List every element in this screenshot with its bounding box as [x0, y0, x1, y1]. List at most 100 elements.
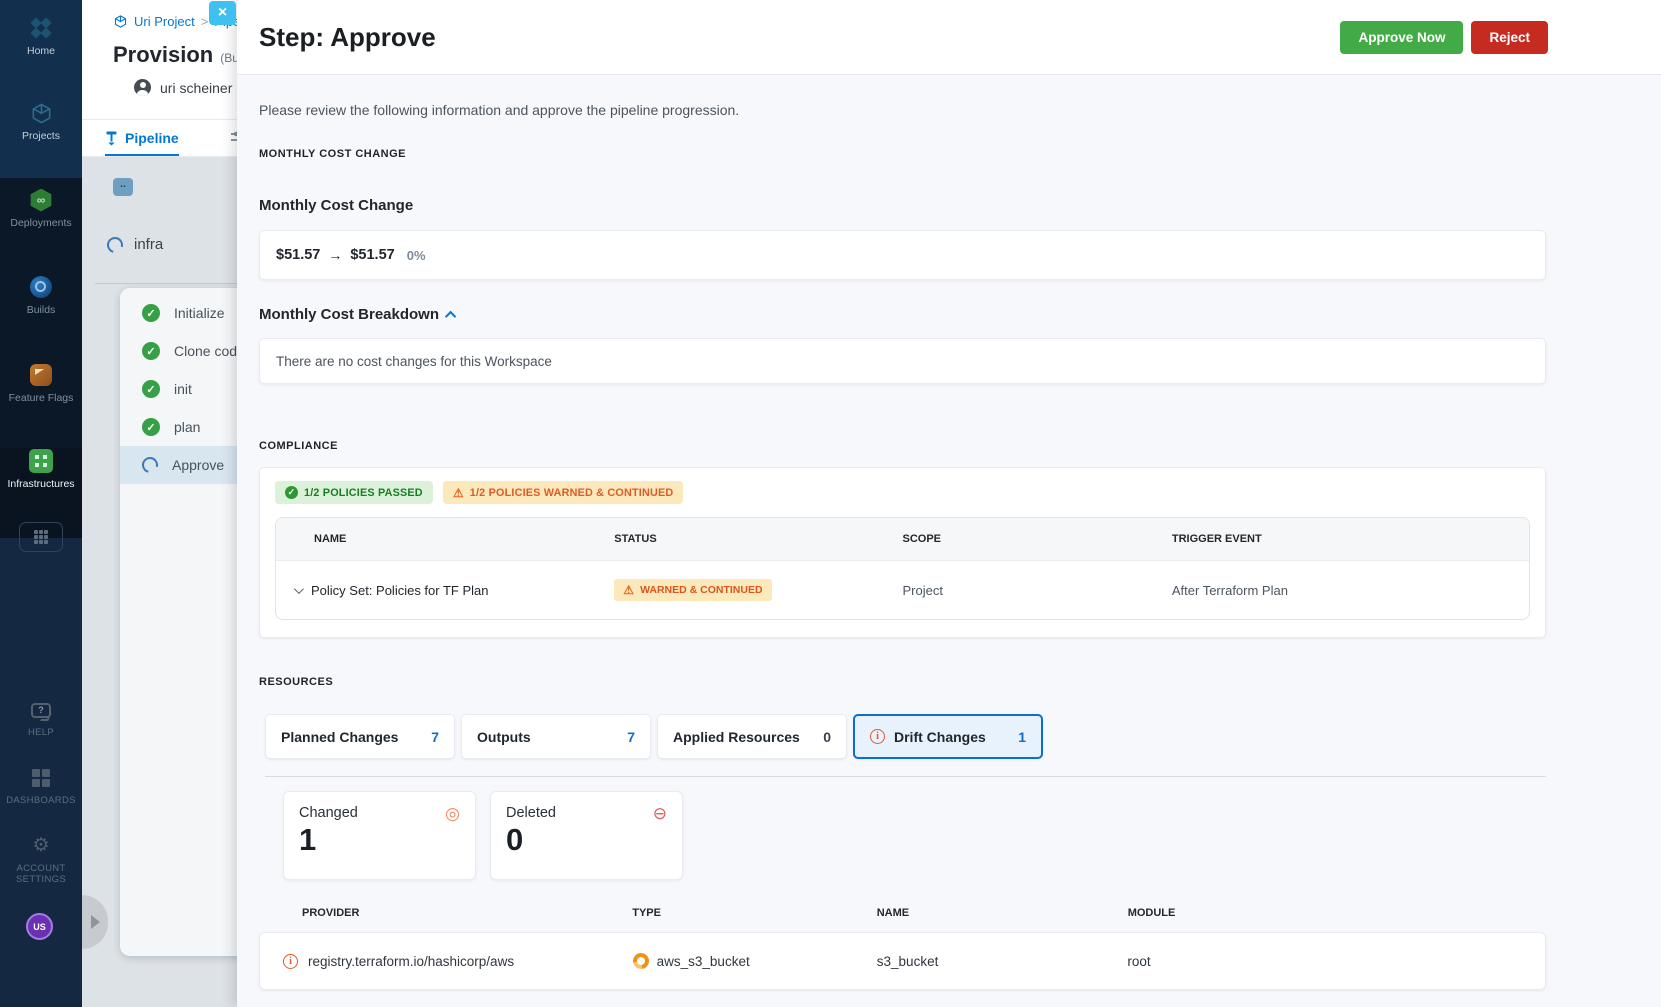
cost-percent: 0%	[406, 247, 426, 263]
chevron-up-icon	[444, 310, 457, 322]
section-monthly-cost-change: MONTHLY COST CHANGE	[259, 148, 407, 160]
drift-info-icon: i	[870, 729, 885, 744]
pipeline-name: Provision	[113, 42, 214, 67]
sidebar-item-help[interactable]: ? HELP	[0, 697, 82, 738]
close-icon: ×	[217, 4, 228, 21]
projects-cube-icon	[0, 100, 82, 126]
filter-outputs[interactable]: Outputs 7	[461, 714, 651, 759]
column-header-trigger-event: TRIGGER EVENT	[1171, 533, 1262, 545]
left-nav-sidebar: Home Projects ∞ Deployments Builds Featu…	[0, 0, 82, 1007]
changed-stat-card: Changed ◎ 1	[283, 791, 476, 880]
drift-resource-row[interactable]: i registry.terraform.io/hashicorp/aws aw…	[259, 932, 1546, 990]
section-resources: RESOURCES	[259, 676, 334, 688]
sidebar-item-feature-flags[interactable]: Feature Flags	[0, 362, 82, 404]
column-header-status: STATUS	[614, 533, 657, 545]
stage-infra[interactable]: infra	[104, 233, 163, 256]
chevron-down-icon	[293, 583, 304, 594]
breadcrumb-project-link[interactable]: Uri Project	[134, 14, 195, 29]
resource-filter-cards: Planned Changes 7 Outputs 7 Applied Reso…	[265, 714, 1546, 759]
drawer-header: Step: Approve Approve Now Reject	[237, 0, 1661, 75]
changed-rings-icon: ◎	[445, 804, 460, 823]
policy-scope: Project	[902, 582, 943, 598]
module-value: root	[1127, 953, 1151, 969]
status-label: WARNED & CONTINUED	[640, 584, 763, 596]
resources-divider	[265, 776, 1546, 777]
filter-applied-resources[interactable]: Applied Resources 0	[657, 714, 847, 759]
close-drawer-button[interactable]: ×	[209, 1, 236, 25]
drawer-actions: Approve Now Reject	[1340, 20, 1548, 54]
pipeline-icon	[105, 131, 118, 146]
page-title: Provision (Build	[113, 42, 251, 68]
avatar-initials: US	[33, 921, 46, 932]
policies-passed-badge: ✓ 1/2 POLICIES PASSED	[275, 481, 433, 504]
column-header-module: MODULE	[1127, 907, 1176, 919]
deleted-minus-circle-icon: ⊖	[652, 804, 667, 823]
name-value: s3_bucket	[876, 953, 939, 969]
package-icon	[113, 14, 128, 29]
author-name: uri scheiner	[160, 79, 233, 96]
drift-info-icon: i	[283, 953, 298, 969]
filter-drift-changes[interactable]: i Drift Changes 1	[853, 714, 1043, 759]
sidebar-item-builds[interactable]: Builds	[0, 274, 82, 316]
warned-continued-badge: ⚠ WARNED & CONTINUED	[614, 579, 772, 601]
home-icon	[30, 17, 52, 39]
policy-set-expander[interactable]: Policy Set: Policies for TF Plan	[276, 565, 614, 616]
pipeline-author: uri scheiner	[134, 79, 232, 96]
user-avatar[interactable]: US	[26, 913, 53, 940]
tab-pipeline[interactable]: Pipeline	[105, 120, 179, 156]
step-label: plan	[174, 419, 201, 435]
compliance-card: ✓ 1/2 POLICIES PASSED ⚠ 1/2 POLICIES WAR…	[259, 467, 1546, 638]
approve-now-button[interactable]: Approve Now	[1340, 20, 1464, 54]
sidebar-item-label: Home	[26, 45, 55, 57]
monthly-cost-breakdown-toggle[interactable]: Monthly Cost Breakdown	[259, 306, 1546, 323]
sidebar-item-infrastructures[interactable]: Infrastructures	[0, 448, 82, 490]
success-check-icon: ✓	[142, 304, 160, 322]
canvas-chip[interactable]: ..	[113, 178, 133, 196]
section-compliance: COMPLIANCE	[259, 440, 338, 452]
sidebar-item-projects[interactable]: Projects	[0, 100, 82, 142]
filter-count: 7	[627, 728, 635, 745]
approve-step-drawer: Step: Approve Approve Now Reject Please …	[237, 0, 1661, 1007]
stat-value: 1	[299, 822, 317, 857]
sidebar-item-home[interactable]: Home	[0, 15, 82, 57]
warning-triangle-icon: ⚠	[623, 583, 635, 597]
cost-from: $51.57	[276, 247, 321, 263]
sidebar-item-label: Projects	[22, 130, 60, 142]
filter-label: Applied Resources	[673, 728, 800, 745]
policy-set-name: Policy Set: Policies for TF Plan	[311, 582, 489, 598]
filter-count: 0	[823, 728, 831, 745]
cost-breakdown-empty-card: There are no cost changes for this Works…	[259, 338, 1546, 384]
sidebar-item-account-settings[interactable]: ⚙ ACCOUNT SETTINGS	[0, 833, 82, 886]
cost-change-card: $51.57 → $51.57 0%	[259, 230, 1546, 280]
policy-trigger-event: After Terraform Plan	[1171, 582, 1288, 598]
sidebar-item-label: Builds	[26, 304, 56, 316]
success-check-icon: ✓	[142, 342, 160, 360]
policies-warned-badge: ⚠ 1/2 POLICIES WARNED & CONTINUED	[442, 481, 684, 504]
sidebar-item-label: DASHBOARDS	[6, 795, 76, 806]
drift-table-header: PROVIDER TYPE NAME MODULE	[259, 907, 1546, 919]
cost-to: $51.57	[350, 247, 395, 263]
stat-label: Changed	[299, 805, 358, 821]
reject-button[interactable]: Reject	[1471, 20, 1548, 54]
policy-sets-table: NAME STATUS SCOPE TRIGGER EVENT Policy S…	[275, 517, 1530, 620]
drawer-title: Step: Approve	[259, 21, 436, 52]
sidebar-item-deployments[interactable]: ∞ Deployments	[0, 187, 82, 229]
grid-icon	[34, 530, 48, 544]
policy-table-header: NAME STATUS SCOPE TRIGGER EVENT	[276, 518, 1529, 561]
deleted-stat-card: Deleted ⊖ 0	[490, 791, 683, 880]
sidebar-item-label: Deployments	[10, 217, 72, 229]
filter-planned-changes[interactable]: Planned Changes 7	[265, 714, 455, 759]
running-spinner-icon	[139, 454, 161, 476]
sidebar-item-dashboards[interactable]: DASHBOARDS	[0, 765, 82, 806]
help-chat-icon: ?	[31, 702, 51, 718]
module-switcher-button[interactable]	[19, 522, 63, 552]
aws-provider-icon	[629, 949, 652, 973]
breadcrumb-separator: >	[200, 14, 209, 29]
infrastructures-icon	[29, 449, 53, 473]
success-check-icon: ✓	[142, 418, 160, 436]
running-spinner-icon	[104, 233, 126, 256]
filter-count: 1	[1018, 728, 1026, 745]
sidebar-item-label: SETTINGS	[16, 874, 66, 885]
step-label: Initialize	[174, 305, 225, 321]
filter-count: 7	[431, 728, 439, 745]
